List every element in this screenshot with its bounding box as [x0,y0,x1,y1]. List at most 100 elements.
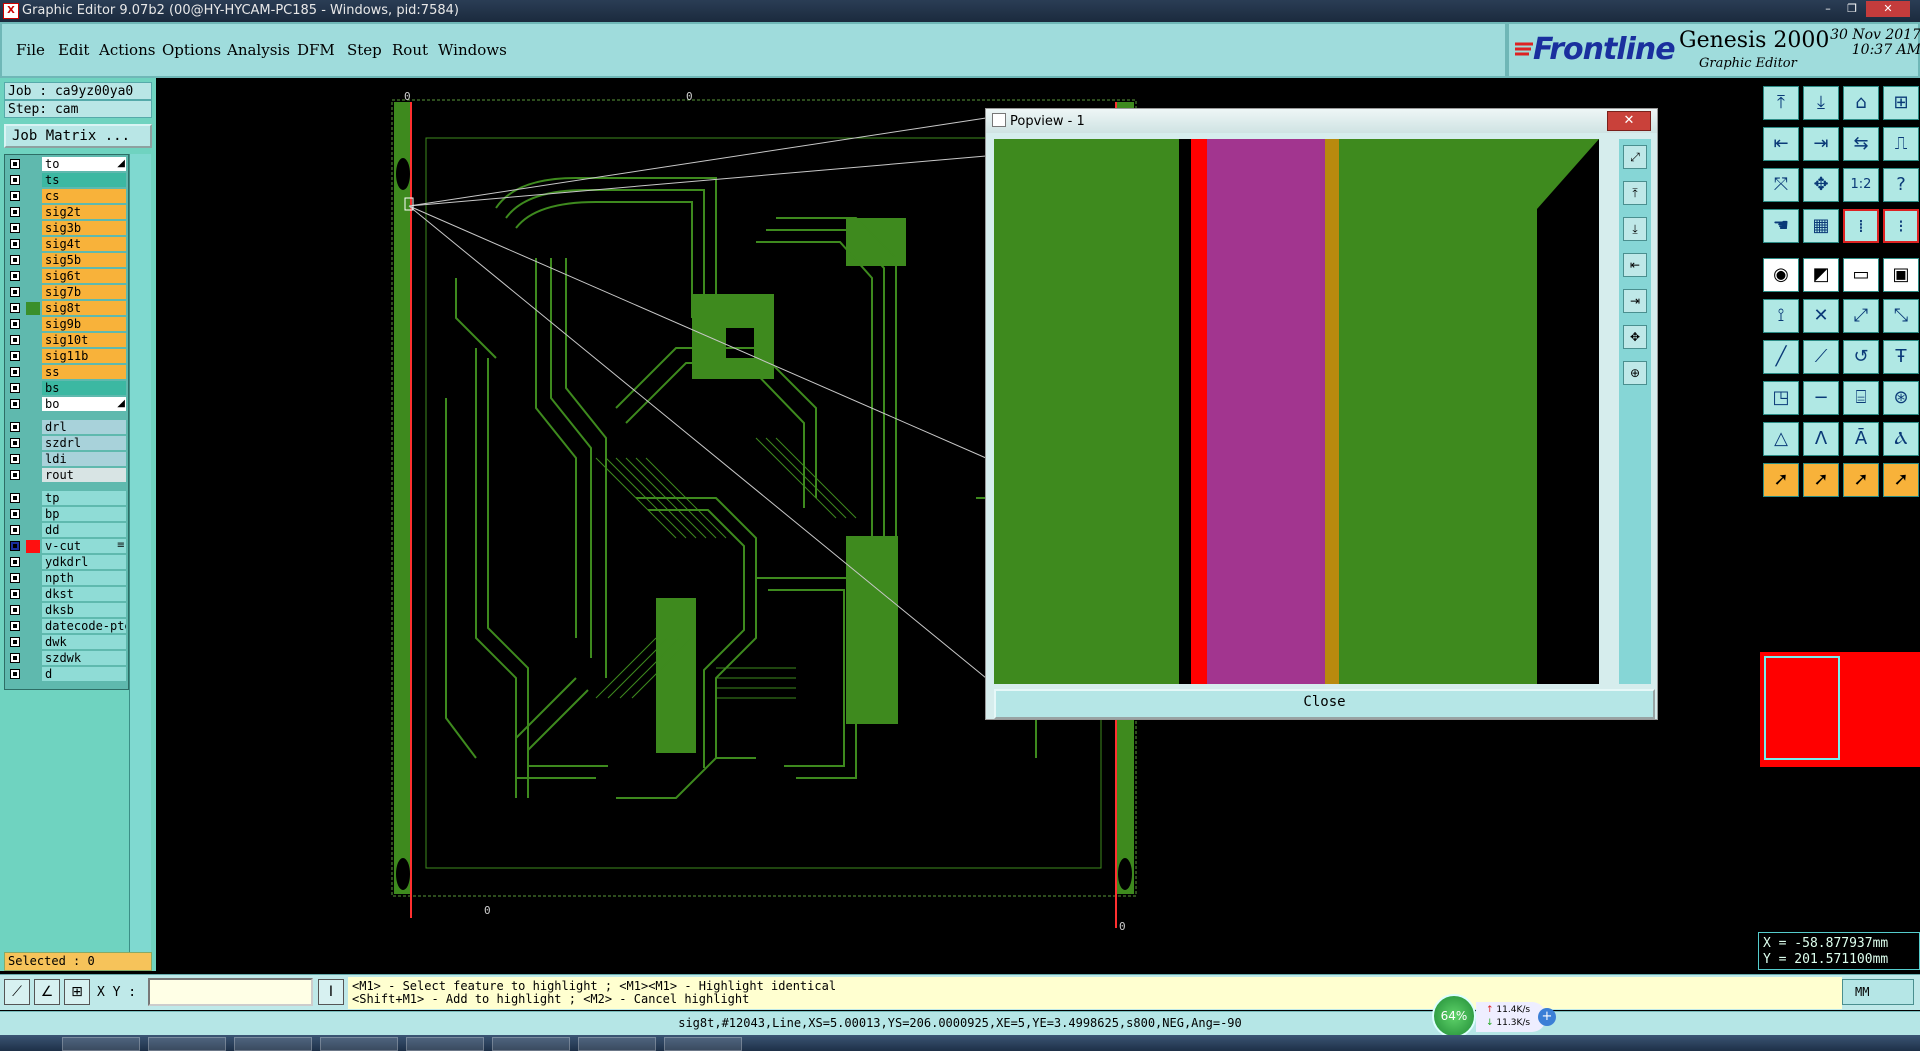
net-plus-icon[interactable]: + [1538,1008,1556,1026]
popview-title-bar[interactable]: Popview - 1 ✕ [986,109,1657,133]
text-cursor-icon[interactable]: I [318,979,344,1005]
connect-icon[interactable]: ⟟ [1763,299,1799,333]
layer-name[interactable]: bo [42,397,126,411]
popview-zoom-out-icon[interactable]: ⊕ [1623,361,1647,385]
layer-scrollbar[interactable] [129,154,151,964]
zoom-fit-icon[interactable]: ⤧ [1763,168,1799,202]
maximize-button[interactable]: ❐ [1842,1,1862,17]
layer-name[interactable]: rout [42,468,126,482]
layer-row-ldi[interactable]: ldi [5,452,128,466]
layer-checkbox[interactable] [10,573,20,583]
popview-pan-left-icon[interactable]: ⇤ [1623,253,1647,277]
window-icon[interactable]: ⊞ [1883,86,1919,120]
a-tri-icon[interactable]: Λ [1803,422,1839,456]
layer-name[interactable]: sig2t [42,205,126,219]
layer-name[interactable]: d [42,667,126,681]
cursor-alt-icon[interactable]: ➚ [1843,463,1879,497]
copy-icon[interactable]: ⤡ [1883,299,1919,333]
menu-windows[interactable]: Windows [438,41,507,59]
layer-checkbox[interactable] [10,335,20,345]
snap-icon[interactable]: ⁞ [1843,209,1879,243]
layer-row-to[interactable]: to ◢ [5,157,128,171]
layer-name[interactable]: szdrl [42,436,126,450]
layer-row-bo[interactable]: bo ◢ [5,397,128,411]
layer-checkbox[interactable] [10,287,20,297]
layer-name[interactable]: cs [42,189,126,203]
units-selector[interactable]: MM [1842,979,1914,1005]
layer-checkbox[interactable] [10,383,20,393]
layer-checkbox[interactable] [10,493,20,503]
popview-pan-right-icon[interactable]: ⇥ [1623,289,1647,313]
page-down-icon[interactable]: ⤓ [1803,86,1839,120]
board-preview[interactable] [1760,652,1920,767]
menu-file[interactable]: File [16,41,45,59]
menu-dfm[interactable]: DFM [297,41,335,59]
layer-row-sig4t[interactable]: sig4t [5,237,128,251]
arc-icon[interactable]: ↺ [1843,340,1879,374]
layer-row-sig11b[interactable]: sig11b [5,349,128,363]
layer-name[interactable]: dwk [42,635,126,649]
a-line-icon[interactable]: Ⲁ [1883,422,1919,456]
query-icon[interactable]: ? [1883,168,1919,202]
layer-row-ss[interactable]: ss [5,365,128,379]
layer-name[interactable]: to [42,157,126,171]
layer-name[interactable]: bp [42,507,126,521]
delete-icon[interactable]: ✕ [1803,299,1839,333]
taskbar-item[interactable] [62,1037,140,1051]
layer-name[interactable]: sig4t [42,237,126,251]
line-icon[interactable]: ╱ [1763,340,1799,374]
layer-row-tp[interactable]: tp [5,491,128,505]
taskbar-item[interactable] [148,1037,226,1051]
layer-name[interactable]: datecode-pte [42,619,126,633]
layer-row-szdwk[interactable]: szdwk [5,651,128,665]
layer-checkbox[interactable] [10,239,20,249]
layer-row-sig7b[interactable]: sig7b [5,285,128,299]
pad-add-icon[interactable]: ◉ [1763,258,1799,292]
layer-name[interactable]: drl [42,420,126,434]
layer-row-sig9b[interactable]: sig9b [5,317,128,331]
popview-zoom-fit-icon[interactable]: ⤢ [1623,145,1647,169]
popview-close-button[interactable]: Close [994,689,1655,719]
layer-name[interactable]: tp [42,491,126,505]
layer-name[interactable]: ss [42,365,126,379]
layer-row-drl[interactable]: drl [5,420,128,434]
layer-checkbox[interactable] [10,438,20,448]
layer-name[interactable]: dd [42,523,126,537]
layer-row-v-cut[interactable]: v-cut ≡ [5,539,128,553]
popview-pan-up-icon[interactable]: ⤒ [1623,181,1647,205]
taskbar-item[interactable] [234,1037,312,1051]
layer-name[interactable]: sig7b [42,285,126,299]
layer-checkbox[interactable] [10,271,20,281]
line-mode-icon[interactable]: ⟋ [4,979,30,1005]
layer-name[interactable]: bs [42,381,126,395]
layer-row-ydkdrl[interactable]: ydkdrl [5,555,128,569]
layer-row-d[interactable]: d [5,667,128,681]
layer-checkbox[interactable] [10,223,20,233]
layer-row-dkst[interactable]: dkst [5,587,128,601]
zoom-center-icon[interactable]: ✥ [1803,168,1839,202]
layer-row-szdrl[interactable]: szdrl [5,436,128,450]
layer-name[interactable]: szdwk [42,651,126,665]
layer-checkbox[interactable] [10,351,20,361]
layer-row-dwk[interactable]: dwk [5,635,128,649]
layer-name[interactable]: ydkdrl [42,555,126,569]
grid-icon[interactable]: ▦ [1803,209,1839,243]
layer-name[interactable]: sig10t [42,333,126,347]
popview-close-x-button[interactable]: ✕ [1607,111,1651,131]
layer-row-ts[interactable]: ts [5,173,128,187]
layer-name[interactable]: sig9b [42,317,126,331]
layer-checkbox[interactable] [10,207,20,217]
layer-row-sig2t[interactable]: sig2t [5,205,128,219]
grid-mode-icon[interactable]: ⊞ [64,979,90,1005]
page-up-icon[interactable]: ⤒ [1763,86,1799,120]
job-matrix-button[interactable]: Job Matrix ... [4,124,152,148]
menu-options[interactable]: Options [162,41,221,59]
layer-checkbox[interactable] [10,422,20,432]
layer-checkbox[interactable] [10,191,20,201]
layer-row-dd[interactable]: dd [5,523,128,537]
layer-name[interactable]: sig6t [42,269,126,283]
layer-row-sig8t[interactable]: sig8t [5,301,128,315]
layer-name[interactable]: sig3b [42,221,126,235]
layer-name[interactable]: sig5b [42,253,126,267]
layer-name[interactable]: npth [42,571,126,585]
